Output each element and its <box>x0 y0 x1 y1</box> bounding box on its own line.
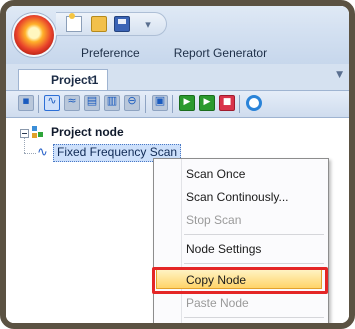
waveform-icon[interactable]: ∿ <box>44 94 60 111</box>
toolbar-separator <box>38 95 39 113</box>
stop-icon[interactable]: ■ <box>219 95 235 111</box>
menu-separator <box>184 263 324 264</box>
tab-list-dropdown-icon[interactable]: ▼ <box>336 70 343 80</box>
tab-report-generator[interactable]: Report Generator <box>174 46 267 60</box>
report-icon[interactable]: ▣ <box>152 94 168 111</box>
project-node-icon <box>32 126 48 140</box>
ribbon-header: ▾ Preference Report Generator <box>6 6 349 65</box>
tab-preference[interactable]: Preference <box>81 46 140 60</box>
tree-connector <box>24 138 25 153</box>
tree-root-label[interactable]: Project node <box>51 125 124 139</box>
tab-project1[interactable]: Project1 × <box>18 69 108 90</box>
collapse-toggle-icon[interactable] <box>20 129 29 138</box>
menu-separator <box>184 317 324 318</box>
menu-item-scan-continuously[interactable]: Scan Continously... <box>186 190 289 204</box>
customize-toolbar-icon[interactable]: ▾ <box>140 16 156 32</box>
close-icon[interactable]: × <box>87 72 94 86</box>
document-tab-strip: Project1 × ▼ <box>6 64 349 91</box>
settings-ring-icon[interactable] <box>246 95 262 111</box>
menu-item-stop-scan: Stop Scan <box>186 213 242 227</box>
multi-wave-icon[interactable]: ≈ <box>64 94 80 111</box>
play-icon[interactable]: ▶ <box>179 95 195 111</box>
save-icon[interactable] <box>114 16 130 32</box>
sweep-icon[interactable]: ▤ <box>84 94 100 111</box>
menu-item-paste-node: Paste Node <box>186 296 249 310</box>
quick-access-toolbar: ▾ <box>56 12 167 36</box>
context-menu: Scan Once Scan Continously... Stop Scan … <box>153 158 329 323</box>
toolbar-separator <box>172 95 173 113</box>
compare-icon[interactable]: ⊖ <box>124 94 140 111</box>
ribbon-tabs: Preference Report Generator <box>81 46 301 60</box>
app-window: ▾ Preference Report Generator Project1 × … <box>6 6 349 323</box>
tree-connector <box>24 153 36 154</box>
open-folder-icon[interactable] <box>91 16 107 32</box>
project-icon[interactable]: ▪ <box>18 94 34 111</box>
spectrum-icon[interactable]: ▥ <box>104 94 120 111</box>
menu-item-node-settings[interactable]: Node Settings <box>186 242 261 256</box>
toolbar-separator <box>145 95 146 113</box>
menu-item-scan-once[interactable]: Scan Once <box>186 167 245 181</box>
new-file-icon[interactable] <box>66 13 82 32</box>
toolbar-separator <box>239 95 240 113</box>
callout-highlight-box <box>152 267 328 294</box>
project-toolbar: ▪ ∿ ≈ ▤ ▥ ⊖ ▣ ▶ ▶ ■ <box>6 91 349 118</box>
menu-separator <box>184 234 324 235</box>
application-menu-button[interactable] <box>14 15 54 55</box>
step-icon[interactable]: ▶ <box>199 95 215 111</box>
waveform-icon: ∿ <box>37 144 48 159</box>
screenshot-frame: ▾ Preference Report Generator Project1 × … <box>0 0 355 329</box>
